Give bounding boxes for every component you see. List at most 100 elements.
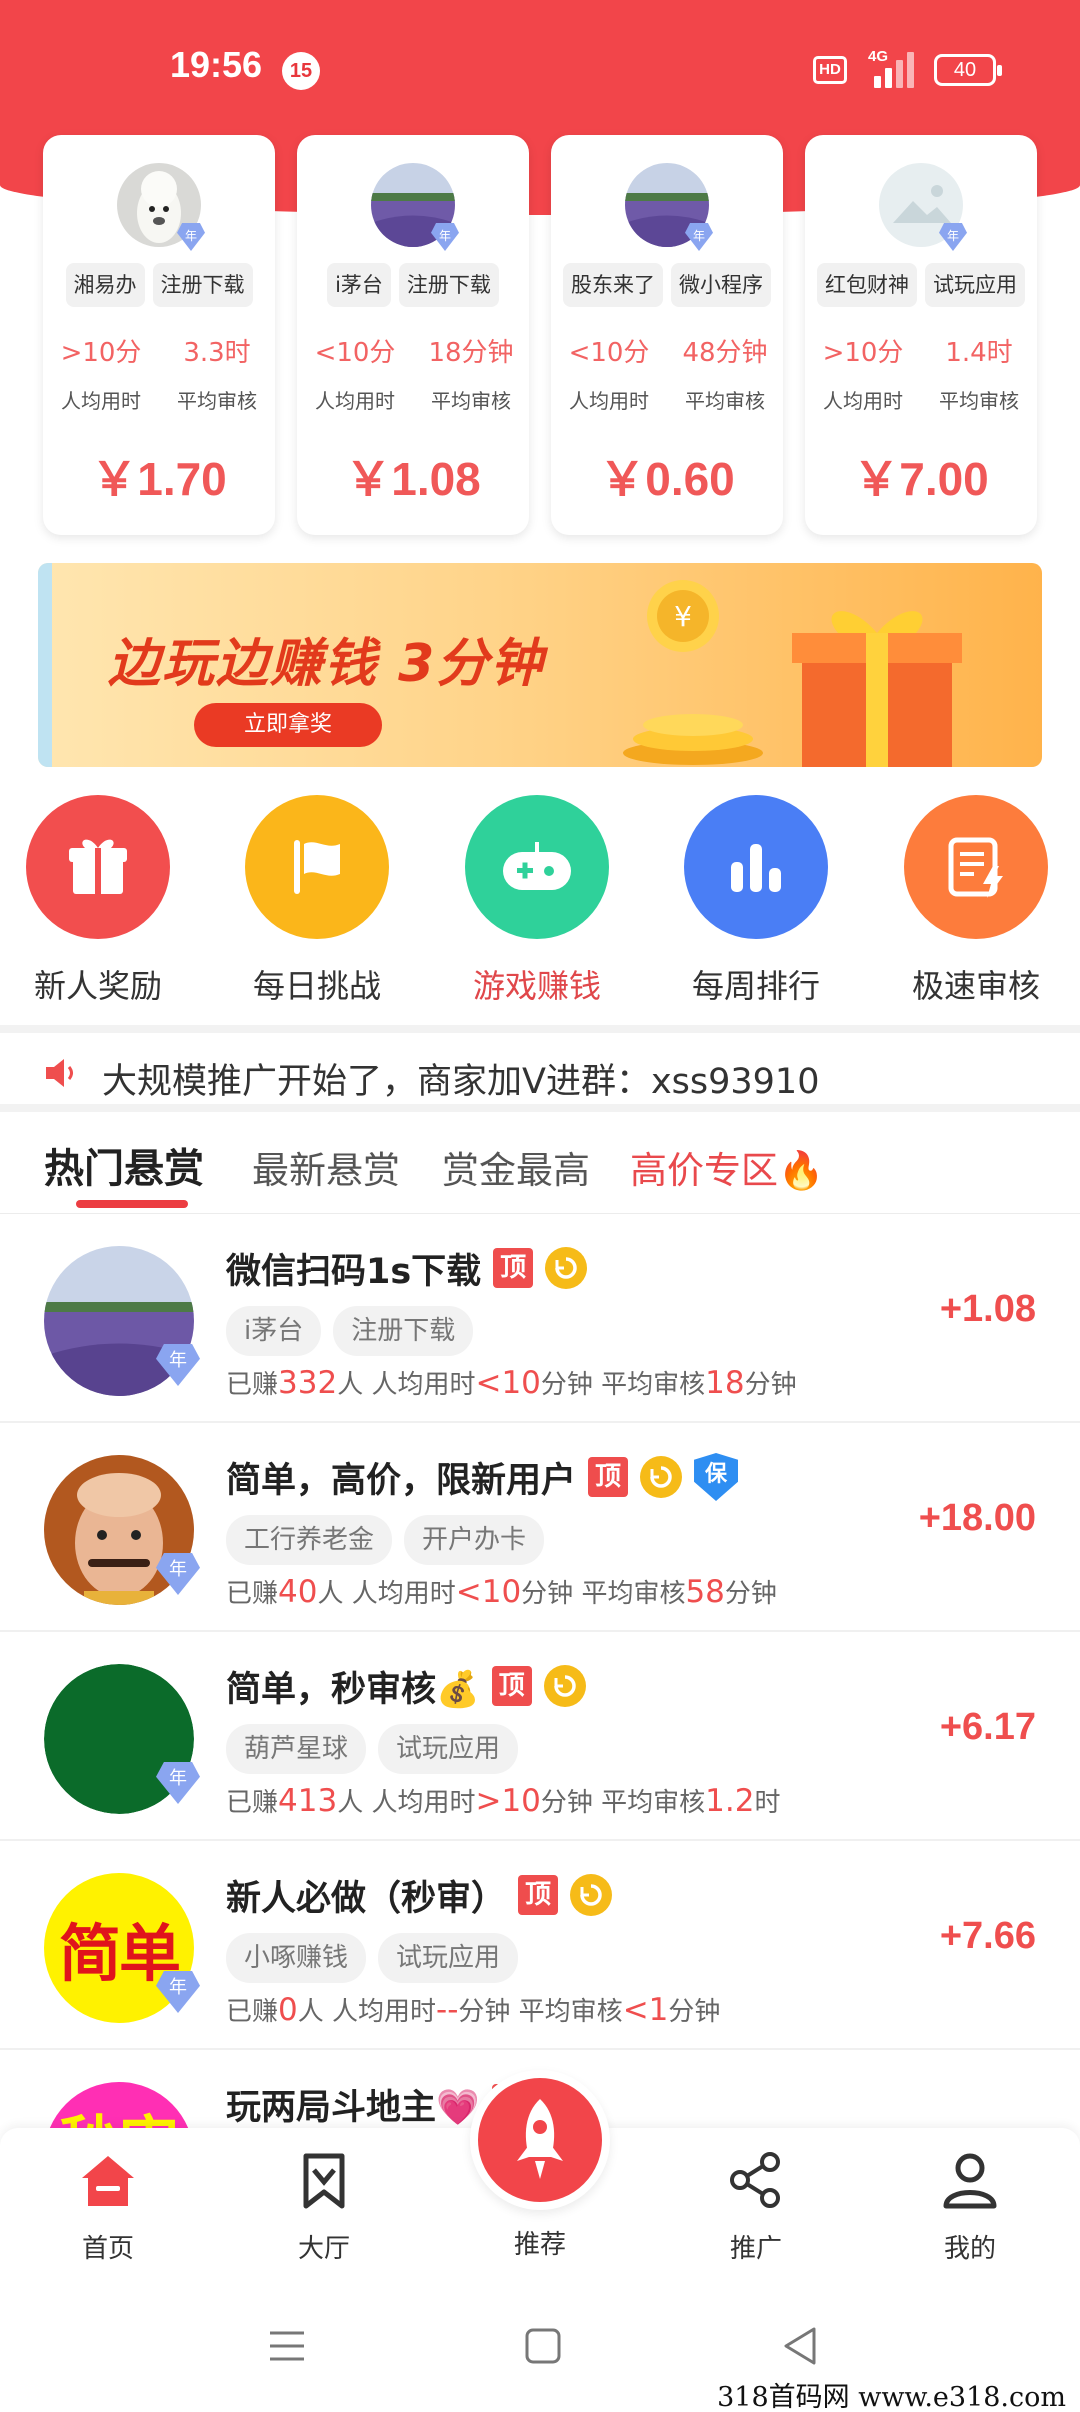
task-tabs: 热门悬赏 最新悬赏 赏金最高 高价专区🔥 (0, 1120, 1080, 1212)
avg-time-value: <10分 (568, 338, 650, 368)
card-tag: 注册下载 (398, 263, 499, 307)
quick-action-game-earn[interactable]: 游戏赚钱 (447, 795, 627, 1007)
card-tag: 湘易办 (65, 263, 145, 307)
nav-label: 我的 (943, 2234, 996, 2264)
coin-stack-icon (623, 714, 763, 765)
quick-action-label: 极速审核 (911, 967, 1040, 1005)
task-row[interactable]: 年 简单，高价，限新用户 顶 保 工行养老金 开户办卡 已赚40人 人均用时<1… (0, 1423, 1080, 1632)
task-row[interactable]: 年 微信扫码1s下载 顶 i茅台 注册下载 已赚332人 人均用时<10分钟 平… (0, 1214, 1080, 1423)
quick-action-label: 每周排行 (691, 967, 820, 1005)
nav-hall[interactable]: 大厅 (254, 2148, 394, 2265)
avg-time-label: 人均用时 (61, 389, 141, 413)
divider (0, 1025, 1080, 1033)
avg-review-label: 平均审核 (177, 389, 257, 413)
watermark: 318首码网 www.e318.com (717, 2382, 1066, 2412)
hd-icon: HD (813, 56, 847, 84)
featured-task-cards: 年 湘易办 注册下载 >10分 人均用时 3.3时 平均审核 ￥1.70 年 i茅台… (0, 135, 1080, 537)
quick-action-new-user-reward[interactable]: 新人奖励 (8, 795, 188, 1007)
avg-time-label: 人均用时 (823, 389, 903, 413)
task-stats: 已赚413人 人均用时>10分钟 平均审核1.2时 (226, 1783, 781, 1819)
pinned-badge: 顶 (493, 1248, 534, 1288)
task-title: 简单，秒审核💰 (226, 1669, 480, 1710)
task-tag: 注册下载 (333, 1306, 474, 1356)
task-title: 简单，高价，限新用户 (226, 1460, 577, 1501)
tab-hot[interactable]: 热门悬赏 (44, 1136, 204, 1194)
claim-reward-button[interactable]: 立即拿奖 (194, 703, 382, 747)
back-icon[interactable] (776, 2321, 826, 2371)
flag-icon (245, 795, 389, 939)
status-bar: 19:56 15 HD 4G 40 (0, 0, 1080, 130)
task-tag: i茅台 (226, 1306, 322, 1356)
avg-review-value: 3.3时 (183, 338, 251, 368)
avg-review-value: 1.4时 (945, 338, 1013, 368)
avg-review-label: 平均审核 (939, 389, 1019, 413)
quick-action-fast-review[interactable]: 极速审核 (886, 795, 1066, 1007)
tab-premium[interactable]: 高价专区🔥 (630, 1140, 824, 1194)
gift-box-illustration (792, 611, 962, 767)
task-title: 玩两局斗地主💗 (226, 2087, 480, 2128)
quick-action-label: 新人奖励 (33, 967, 162, 1005)
nav-recommend-button[interactable] (470, 2070, 610, 2210)
task-reward: +6.17 (939, 1706, 1036, 1748)
card-tag: 注册下载 (152, 263, 253, 307)
featured-task-card[interactable]: 年 湘易办 注册下载 >10分人均用时 3.3时平均审核 ￥1.70 (43, 135, 275, 535)
quick-action-daily-challenge[interactable]: 每日挑战 (227, 795, 407, 1007)
quick-action-weekly-ranking[interactable]: 每周排行 (666, 795, 846, 1007)
task-tag: 小啄赚钱 (226, 1933, 367, 1983)
year-badge: 年 (685, 223, 713, 251)
task-row[interactable]: 简单 年 新人必做（秒审） 顶 小啄赚钱 试玩应用 已赚0人 人均用时--分钟 … (0, 1841, 1080, 2050)
nav-profile[interactable]: 我的 (900, 2148, 1040, 2265)
task-stats: 已赚332人 人均用时<10分钟 平均审核18分钟 (226, 1365, 797, 1401)
menu-icon[interactable] (262, 2321, 312, 2371)
avg-time-value: >10分 (60, 338, 142, 368)
signal-icon: 4G (868, 48, 920, 88)
avg-review-label: 平均审核 (431, 389, 511, 413)
card-price: ￥0.60 (599, 453, 735, 505)
task-stats: 已赚40人 人均用时<10分钟 平均审核58分钟 (226, 1574, 777, 1610)
notice-text: 大规模推广开始了，商家加V进群：xss93910 (102, 1062, 820, 1102)
avg-review-label: 平均审核 (685, 389, 765, 413)
home-icon (82, 2156, 134, 2206)
task-tag: 葫芦星球 (226, 1724, 367, 1774)
featured-task-card[interactable]: 年 i茅台 注册下载 <10分 人均用时 18分钟 平均审核 ￥1.08 (297, 135, 529, 535)
card-price: ￥7.00 (853, 453, 989, 505)
bar-chart-icon (684, 795, 828, 939)
bookmark-icon (303, 2153, 345, 2209)
banner-title: 边玩边赚钱 3分钟 (108, 634, 545, 694)
gamepad-icon (465, 795, 609, 939)
quick-actions: 新人奖励 每日挑战 游戏赚钱 每周排行 极速审核 (0, 795, 1080, 1015)
avg-time-value: <10分 (314, 338, 396, 368)
featured-task-card[interactable]: 年 红包财神 试玩应用 >10分 人均用时 1.4时 平均审核 ￥7.00 (805, 135, 1037, 535)
avg-review-value: 18分钟 (428, 338, 514, 368)
profile-icon (943, 2153, 997, 2209)
avg-time-value: >10分 (822, 338, 904, 368)
refresh-coin-icon (640, 1456, 683, 1498)
card-price: ￥1.70 (91, 453, 227, 505)
avg-time-label: 人均用时 (569, 389, 649, 413)
refresh-coin-icon (570, 1874, 613, 1916)
share-icon (730, 2152, 780, 2208)
year-badge: 年 (177, 223, 205, 251)
task-row[interactable]: 年 简单，秒审核💰 顶 葫芦星球 试玩应用 已赚413人 人均用时>10分钟 平… (0, 1632, 1080, 1841)
nav-promote[interactable]: 推广 (686, 2148, 826, 2265)
promo-banner[interactable]: 边玩边赚钱 3分钟 立即拿奖 ¥ (38, 563, 1042, 767)
avg-time-label: 人均用时 (315, 389, 395, 413)
nav-home[interactable]: 首页 (38, 2148, 178, 2265)
home-square-icon[interactable] (518, 2321, 568, 2371)
featured-task-card[interactable]: 年 股东来了 微小程序 <10分 人均用时 48分钟 平均审核 ￥0.60 (551, 135, 783, 535)
nav-label: 推荐 (513, 2230, 566, 2260)
refresh-coin-icon (543, 1665, 586, 1707)
gift-icon (26, 795, 170, 939)
notice-bar[interactable]: 大规模推广开始了，商家加V进群：xss93910 (0, 1037, 1080, 1111)
task-tag: 工行养老金 (226, 1515, 393, 1565)
tab-highest-reward[interactable]: 赏金最高 (442, 1140, 590, 1194)
banner-edge (38, 563, 52, 767)
fast-review-icon (904, 795, 1048, 939)
avg-review-value: 48分钟 (682, 338, 768, 368)
year-badge: 年 (939, 223, 967, 251)
quick-action-label: 每日挑战 (252, 967, 381, 1005)
card-tag: 股东来了 (563, 263, 663, 307)
card-price: ￥1.08 (345, 453, 481, 505)
svg-text:¥: ¥ (674, 600, 692, 633)
tab-latest[interactable]: 最新悬赏 (252, 1140, 400, 1194)
